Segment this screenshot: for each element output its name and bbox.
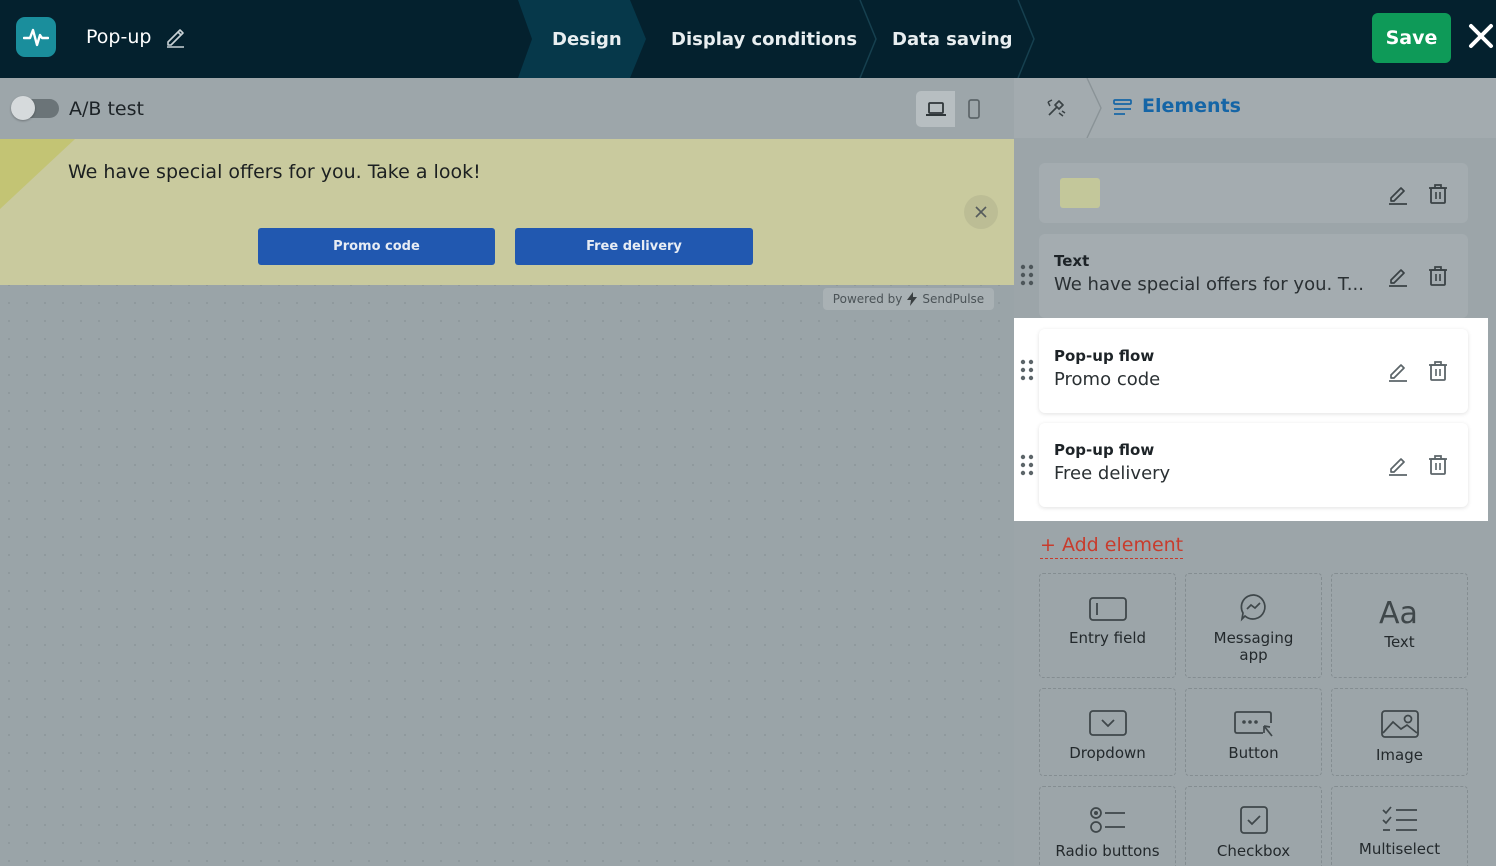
trash-icon[interactable] [1426, 264, 1450, 288]
tile-radio-buttons[interactable]: Radio buttons [1039, 786, 1176, 866]
promo-code-button[interactable]: Promo code [258, 228, 495, 265]
app-logo-icon[interactable] [16, 17, 56, 57]
element-type-label: Pop-up flow [1054, 347, 1155, 365]
ab-test-toggle[interactable] [11, 96, 59, 120]
mobile-view-button[interactable] [955, 91, 992, 127]
save-button[interactable]: Save [1372, 13, 1451, 63]
checkbox-icon [1239, 806, 1268, 834]
lightning-icon [907, 292, 918, 306]
tile-label: Checkbox [1216, 842, 1291, 860]
tile-dropdown[interactable]: Dropdown [1039, 688, 1176, 776]
tile-label: Button [1228, 744, 1279, 762]
close-icon[interactable] [1467, 22, 1496, 54]
element-value: Free delivery [1054, 463, 1171, 484]
mobile-icon [967, 99, 980, 119]
tile-image[interactable]: Image [1331, 688, 1468, 776]
tab-design[interactable]: Design [552, 0, 622, 78]
tile-text[interactable]: Aa Text [1331, 573, 1468, 678]
tab-display-conditions[interactable]: Display conditions [671, 0, 857, 78]
edit-icon[interactable] [1386, 264, 1410, 288]
top-bar: Pop-up Design Display conditions Data sa… [0, 0, 1496, 78]
multiselect-icon [1381, 806, 1417, 831]
tile-label: Multiselect [1358, 840, 1441, 858]
toggle-knob [11, 96, 35, 120]
step-separator [1017, 0, 1035, 78]
drag-handle-icon[interactable] [1020, 359, 1034, 381]
tile-label: Text [1384, 633, 1415, 651]
trash-icon[interactable] [1426, 182, 1450, 206]
popup-close-button[interactable] [964, 195, 998, 229]
free-delivery-button[interactable]: Free delivery [515, 228, 753, 265]
dropdown-icon [1088, 710, 1127, 736]
text-icon: Aa [1379, 596, 1418, 626]
canvas-toolbar: A/B test [0, 78, 1014, 139]
ab-test-label: A/B test [69, 98, 144, 120]
element-type-label: Pop-up flow [1054, 441, 1155, 459]
close-icon [975, 206, 987, 218]
element-value: Promo code [1054, 369, 1161, 390]
elements-panel: Elements Text We have special offers for… [1014, 78, 1496, 866]
drag-handle-icon[interactable] [1020, 264, 1034, 286]
step-nav: Design Display conditions Data saving [518, 0, 1038, 78]
element-item-text[interactable]: Text We have special offers for you. T..… [1039, 234, 1468, 318]
popup-message[interactable]: We have special offers for you. Take a l… [68, 161, 481, 183]
tile-label: Dropdown [1069, 744, 1146, 762]
tile-label: Image [1376, 746, 1423, 764]
element-item-popup-flow-delivery[interactable]: Pop-up flow Free delivery [1039, 423, 1468, 507]
breadcrumb-separator [1086, 78, 1102, 138]
add-element-link[interactable]: + Add element [1040, 534, 1184, 559]
trash-icon[interactable] [1426, 453, 1450, 477]
powered-by-badge[interactable]: Powered by SendPulse [823, 288, 994, 310]
device-switcher [916, 91, 992, 127]
element-item-popup-flow-promo[interactable]: Pop-up flow Promo code [1039, 329, 1468, 413]
tile-label: Entry field [1068, 629, 1147, 647]
tile-messaging-app[interactable]: Messaging app [1185, 573, 1322, 678]
svg-text:Aa: Aa [1379, 596, 1418, 626]
powered-prefix: Powered by [832, 292, 903, 306]
style-settings-icon[interactable] [1044, 96, 1068, 120]
popup-title: Pop-up [86, 26, 152, 48]
tile-checkbox[interactable]: Checkbox [1185, 786, 1322, 866]
laptop-icon [925, 102, 946, 116]
element-value: We have special offers for you. T... [1054, 274, 1364, 295]
edit-icon[interactable] [1386, 182, 1410, 206]
drag-handle-icon[interactable] [1020, 454, 1034, 476]
trash-icon[interactable] [1426, 359, 1450, 383]
desktop-view-button[interactable] [916, 91, 955, 127]
elements-list-icon [1112, 97, 1134, 119]
edit-icon[interactable] [1386, 453, 1410, 477]
image-thumbnail [1060, 178, 1100, 208]
element-item-image[interactable] [1039, 163, 1468, 223]
canvas-workspace: A/B test We have special offers for you.… [0, 78, 1014, 866]
powered-brand: SendPulse [922, 292, 985, 306]
tile-label: Messaging app [1213, 629, 1294, 664]
entry-field-icon [1088, 597, 1127, 621]
edit-title-icon[interactable] [164, 26, 186, 48]
messaging-app-icon [1240, 594, 1266, 622]
element-type-label: Text [1054, 252, 1090, 270]
popup-preview[interactable]: We have special offers for you. Take a l… [0, 139, 1014, 285]
tile-multiselect[interactable]: Multiselect [1331, 786, 1468, 866]
tab-data-saving[interactable]: Data saving [892, 0, 1013, 78]
button-icon [1233, 711, 1273, 737]
tile-entry-field[interactable]: Entry field [1039, 573, 1176, 678]
panel-header: Elements [1014, 78, 1496, 138]
image-icon [1380, 710, 1419, 738]
edit-icon[interactable] [1386, 359, 1410, 383]
radio-buttons-icon [1089, 807, 1125, 833]
step-separator [859, 0, 877, 78]
panel-title: Elements [1142, 95, 1241, 117]
tile-label: Radio buttons [1055, 842, 1160, 860]
tile-button[interactable]: Button [1185, 688, 1322, 776]
